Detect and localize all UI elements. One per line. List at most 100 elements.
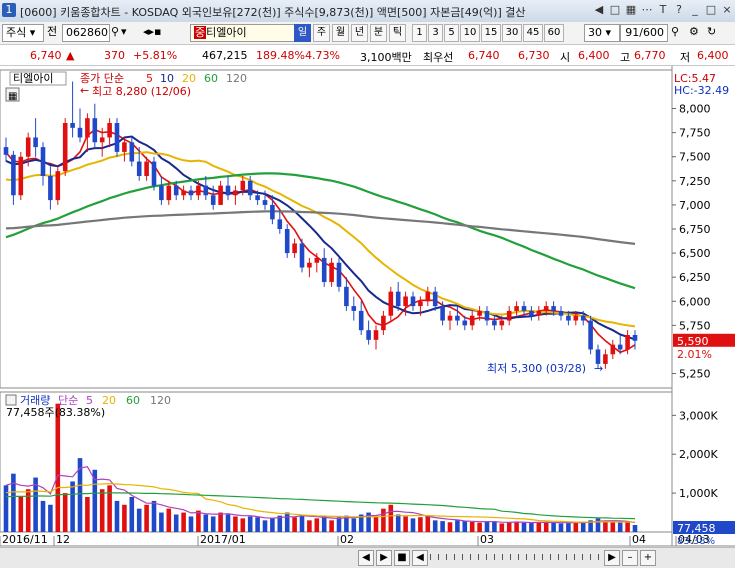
candle-body — [210, 195, 216, 205]
volume-bar — [122, 504, 127, 532]
volume-ma-period-120: 120 — [150, 394, 171, 407]
minute-button-45[interactable]: 45 — [523, 24, 543, 42]
quote-bar: 6,740 ▲ 370 +5.81% 467,215 189.48% 4.73%… — [0, 45, 735, 66]
tile-icon[interactable]: ▦ — [624, 3, 638, 17]
period-button-2[interactable]: 월 — [332, 24, 349, 42]
volume-bar — [595, 518, 601, 532]
dots-icon[interactable]: ⋯ — [640, 3, 654, 17]
market-select[interactable]: 주식 ▾ — [2, 24, 44, 42]
period-button-4[interactable]: 분 — [370, 24, 387, 42]
volume-bar — [255, 517, 260, 532]
search-icon[interactable]: ⚲▾ — [108, 24, 140, 40]
candle-body — [255, 195, 260, 201]
period-button-3[interactable]: 년 — [351, 24, 368, 42]
candle-body — [314, 257, 320, 263]
price-chart[interactable]: 8,000 7,750 7,500 7,250 7,000 6,750 6,500 6,250… — [0, 66, 735, 567]
volume-bar — [543, 521, 549, 532]
volume-ma-period-60: 60 — [126, 394, 140, 407]
volume-bar — [129, 497, 135, 532]
scroll-right-icon[interactable]: ▶ — [376, 550, 392, 566]
volume-tick-label: 1,000K — [679, 487, 718, 500]
candle-body — [358, 310, 364, 331]
minimize-icon[interactable]: _ — [688, 3, 702, 17]
minute-button-1[interactable]: 1 — [412, 24, 427, 42]
volume-bar — [225, 514, 231, 532]
tag-icon[interactable]: T — [656, 3, 670, 17]
candle-body — [25, 137, 31, 157]
window-title: [0600] 키움종합차트 - KOSDAQ 외국인보유[272(천)] 주식수… — [20, 6, 526, 19]
volume-bar — [447, 522, 453, 532]
period-button-0[interactable]: 일 — [294, 24, 311, 42]
volume-bar — [514, 521, 519, 532]
candle-body — [181, 190, 186, 196]
best-label: 최우선 — [423, 51, 454, 64]
last-price: 5,590 — [677, 335, 709, 348]
legend-hc: HC:-32.49 — [674, 84, 729, 97]
candle-body — [588, 320, 593, 350]
minute-button-5[interactable]: 5 — [444, 24, 459, 42]
legend-ma-period-60: 60 — [204, 72, 218, 85]
count-field[interactable]: 91/600 — [620, 24, 668, 42]
best-bid: 6,730 — [518, 49, 550, 62]
minute-button-30[interactable]: 30 — [502, 24, 522, 42]
candle-body — [403, 296, 408, 307]
volume-bar — [218, 512, 223, 532]
zoom-out-icon[interactable]: – — [622, 550, 638, 566]
legend-stock-name: 티엘아이 — [13, 72, 53, 85]
candle-body — [33, 137, 38, 148]
candle-body — [610, 344, 616, 355]
volume-bar — [529, 523, 534, 532]
candle-body — [536, 310, 542, 316]
prev-page-icon[interactable]: ◀ — [412, 550, 428, 566]
amount: 3,100백만 — [360, 51, 412, 64]
checkbox-icon[interactable]: □ — [608, 3, 622, 17]
zoom-slider[interactable] — [430, 554, 600, 560]
zoom-in-icon[interactable]: + — [640, 550, 656, 566]
search2-icon[interactable]: ⚲ — [668, 24, 688, 40]
candle-body — [551, 306, 556, 311]
min-arrow-icon: → — [594, 362, 603, 375]
minute-button-15[interactable]: 15 — [481, 24, 501, 42]
minute-button-60[interactable]: 60 — [544, 24, 564, 42]
interval-select[interactable]: 30 ▾ — [584, 24, 620, 42]
prev-icon[interactable]: ◀ — [592, 3, 606, 17]
nav-arrows-icon[interactable]: ◂▸▪ — [140, 24, 192, 40]
volume-bar — [418, 517, 423, 532]
candle-body — [188, 190, 194, 196]
candle-body — [196, 185, 201, 196]
candle-body — [477, 310, 482, 316]
period-button-5[interactable]: 틱 — [389, 24, 406, 42]
candle-body — [462, 320, 468, 326]
open-label: 시 — [560, 51, 571, 64]
time-scrollbar[interactable]: ◀ ▶ ■ ◀ ▶ – + — [0, 547, 735, 568]
settings-icon[interactable]: ⚙ — [686, 24, 706, 40]
maximize-icon[interactable]: □ — [704, 3, 718, 17]
volume-ratio: 189.48% — [256, 49, 305, 62]
minute-button-10[interactable]: 10 — [460, 24, 480, 42]
candle-body — [218, 185, 223, 205]
price-tick-label: 5,250 — [679, 368, 711, 381]
refresh-icon[interactable]: ↻ — [704, 24, 724, 40]
help-icon[interactable]: ? — [672, 3, 686, 17]
volume-bar — [403, 516, 408, 532]
next-page-icon[interactable]: ▶ — [604, 550, 620, 566]
candle-body — [114, 123, 120, 152]
volume-bar — [299, 514, 305, 532]
close-icon[interactable]: × — [720, 3, 734, 17]
code-input[interactable]: 062860 — [62, 24, 110, 42]
period-button-1[interactable]: 주 — [313, 24, 330, 42]
stock-name-field[interactable]: 중티엘아이 — [190, 24, 298, 42]
candle-body — [129, 142, 135, 162]
scroll-left-icon[interactable]: ◀ — [358, 550, 374, 566]
volume-bar — [336, 517, 342, 532]
candle-body — [543, 306, 549, 311]
stop-icon[interactable]: ■ — [394, 550, 410, 566]
date-tick-label: 03 — [480, 533, 494, 546]
date-tick-label: 04 — [632, 533, 646, 546]
interval-value: 30 — [588, 26, 602, 39]
turnover: 4.73% — [305, 49, 340, 62]
minute-button-3[interactable]: 3 — [428, 24, 443, 42]
price-tick-label: 7,250 — [679, 175, 711, 188]
count-value: 91 — [625, 26, 640, 39]
volume-bar — [566, 523, 571, 532]
